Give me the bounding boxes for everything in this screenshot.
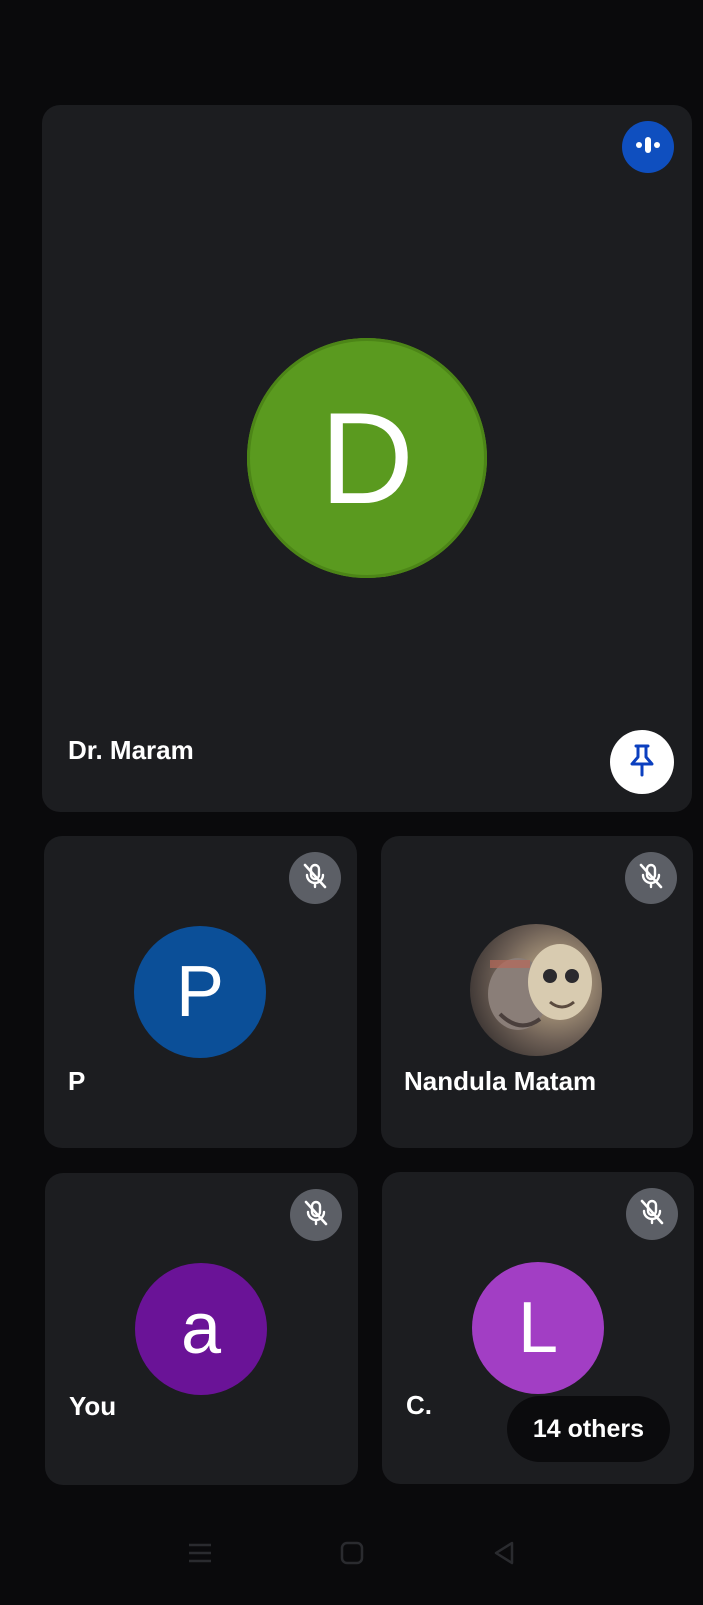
avatar: a	[135, 1263, 267, 1395]
audio-wave-icon	[633, 135, 663, 160]
participant-tile[interactable]: a You	[45, 1173, 358, 1485]
avatar: P	[134, 926, 266, 1058]
participant-name: C.	[406, 1390, 432, 1420]
home-icon	[339, 1540, 365, 1571]
back-button[interactable]	[484, 1535, 524, 1575]
avatar: L	[472, 1262, 604, 1394]
avatar-letter: L	[517, 1288, 559, 1368]
participant-name: Nandula Matam	[404, 1066, 597, 1096]
participant-name: You	[69, 1391, 117, 1421]
mute-indicator	[626, 1188, 678, 1240]
avatar-letter: D	[320, 385, 414, 531]
home-button[interactable]	[332, 1535, 372, 1575]
avatar-letter: a	[180, 1289, 222, 1369]
participant-name: P	[68, 1066, 86, 1096]
avatar-photo	[470, 924, 602, 1056]
participant-tile[interactable]: Nandula Matam	[381, 836, 693, 1148]
pin-icon	[627, 743, 657, 782]
mic-off-icon	[301, 1198, 331, 1233]
mute-indicator	[290, 1189, 342, 1241]
mute-indicator	[289, 852, 341, 904]
others-button[interactable]: 14 others	[506, 1396, 670, 1462]
mute-indicator	[625, 852, 677, 904]
mic-off-icon	[636, 861, 666, 896]
pin-button[interactable]	[610, 730, 674, 794]
menu-icon	[187, 1541, 213, 1570]
avatar: D	[247, 338, 487, 578]
participant-tile[interactable]: L C. 14 others	[382, 1172, 694, 1484]
participant-name: Dr. Maram	[68, 735, 194, 765]
avatar-letter: P	[175, 952, 225, 1032]
speaking-indicator	[622, 121, 674, 173]
main-participant-tile[interactable]: D Dr. Maram	[42, 105, 692, 812]
mic-off-icon	[637, 1197, 667, 1232]
back-icon	[491, 1540, 517, 1571]
system-nav-bar	[0, 1505, 703, 1605]
meeting-screen: D Dr. Maram P P Nandula Matam a You L C.…	[0, 0, 703, 1605]
participant-tile[interactable]: P P	[44, 836, 357, 1148]
menu-button[interactable]	[180, 1535, 220, 1575]
mic-off-icon	[300, 861, 330, 896]
